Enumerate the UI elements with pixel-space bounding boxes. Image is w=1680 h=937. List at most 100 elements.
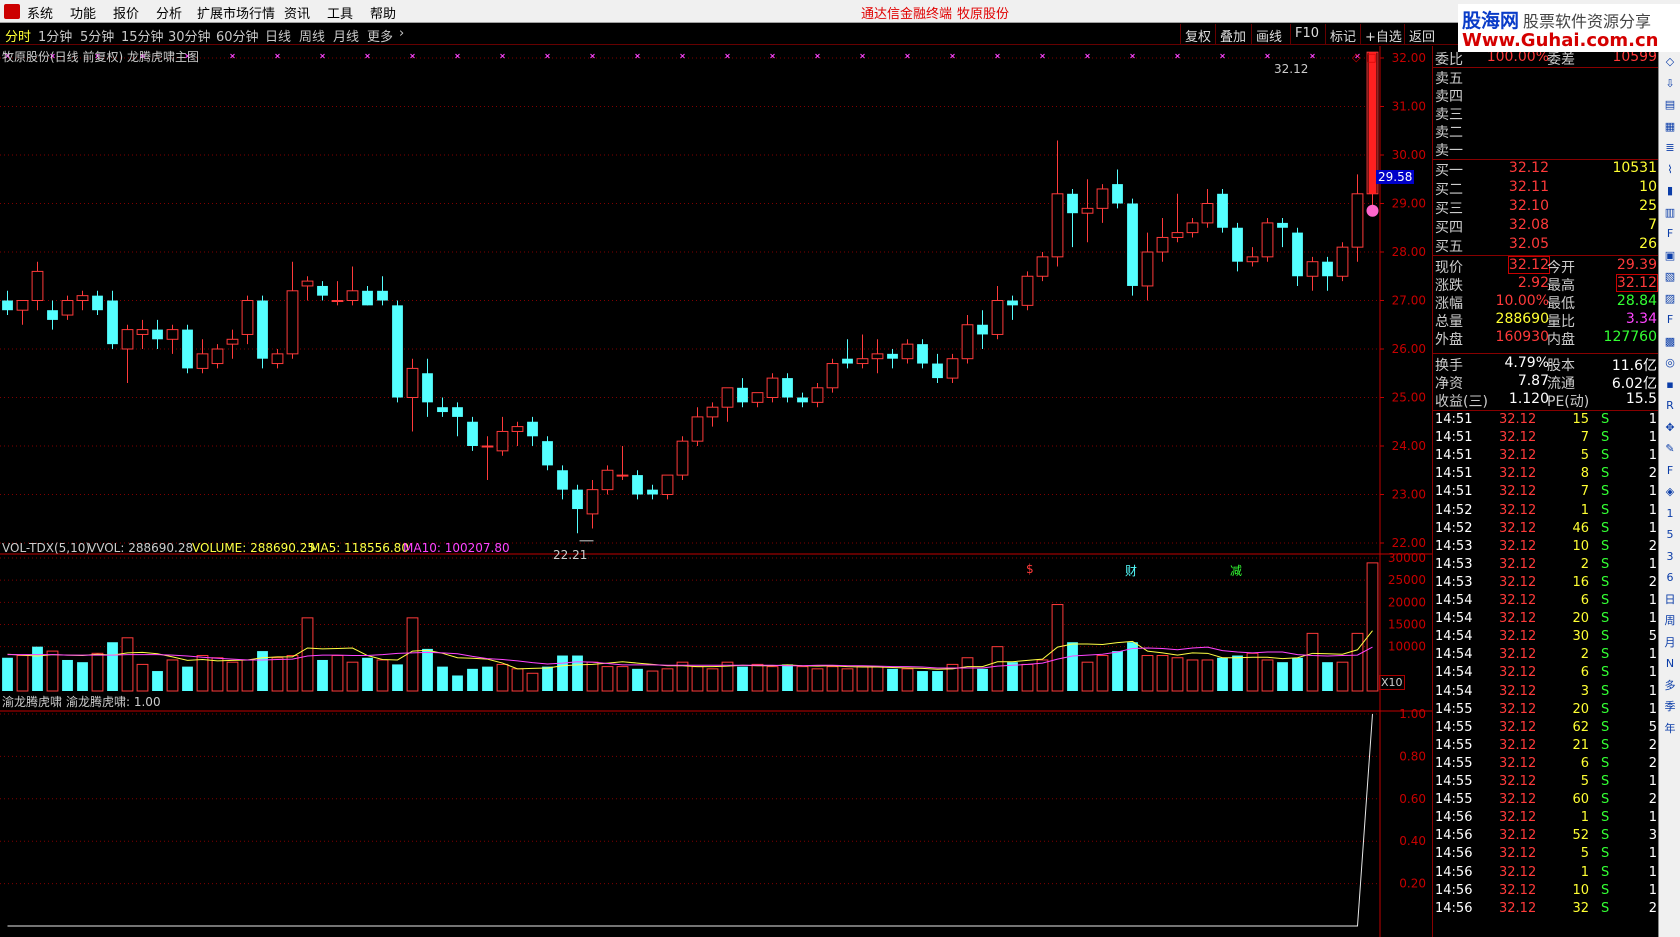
side-tool-icon[interactable]: ⌇ (1662, 162, 1678, 178)
tick-cell: 14:54 (1435, 611, 1473, 627)
side-tool-icon[interactable]: 6 (1662, 570, 1678, 586)
side-tool-icon[interactable]: ◇ (1662, 54, 1678, 70)
chart-area[interactable]: 32.00 31.00 30.00 29.00 28.00 27.00 26.00 25.00… (0, 46, 1432, 937)
tick-cell: 2 (1648, 466, 1657, 482)
signal-marker (1310, 53, 1315, 59)
side-tool-icon[interactable]: 多 (1662, 678, 1678, 694)
event-mark-finance[interactable]: 财 (1125, 562, 1137, 579)
candle-body (751, 392, 764, 403)
sell-label: 卖二 (1435, 125, 1463, 141)
menu-extended-market[interactable]: 扩展市场行情 (197, 3, 275, 22)
back-button[interactable]: 返回 (1404, 24, 1439, 45)
candle-body (1112, 184, 1123, 204)
period-tab-fenshi[interactable]: 分时 (5, 26, 31, 45)
menu-tools[interactable]: 工具 (327, 3, 353, 22)
draw-line-button[interactable]: 画线 (1251, 24, 1286, 45)
add-favorite-button[interactable]: +自选 (1360, 24, 1406, 45)
side-tool-icon[interactable]: F (1662, 312, 1678, 328)
volume-bar (616, 666, 629, 692)
side-tool-icon[interactable]: F (1662, 226, 1678, 242)
signal-marker (545, 53, 550, 59)
side-tool-icon[interactable]: ✎ (1662, 441, 1678, 457)
signal-marker (365, 53, 370, 59)
period-tab-60min[interactable]: 60分钟 (216, 26, 259, 45)
restore-right-button[interactable]: 复权 (1180, 24, 1215, 45)
period-tab-1min[interactable]: 1分钟 (38, 26, 72, 45)
side-tool-icon[interactable]: ▮ (1662, 183, 1678, 199)
side-tool-icon[interactable]: ▣ (1662, 248, 1678, 264)
side-tool-icon[interactable]: 日 (1662, 592, 1678, 608)
side-tool-icon[interactable]: 年 (1662, 721, 1678, 737)
candle-body (721, 387, 734, 408)
period-tab-week[interactable]: 周线 (299, 26, 325, 45)
candle-body (152, 329, 163, 340)
menu-bar: 系统 功能 报价 分析 扩展市场行情 资讯 工具 帮助 通达信金融终端 牧原股份 (0, 0, 1680, 23)
side-tool-icon[interactable]: ▩ (1662, 334, 1678, 350)
mark-button[interactable]: 标记 (1325, 24, 1360, 45)
tick-cell: 1 (1648, 611, 1657, 627)
tick-cell: 1 (1648, 484, 1657, 500)
sell-label: 卖四 (1435, 89, 1463, 105)
period-tab-month[interactable]: 月线 (333, 26, 359, 45)
menu-news[interactable]: 资讯 (284, 3, 310, 22)
side-tool-icon[interactable]: ▨ (1662, 291, 1678, 307)
side-tool-icon[interactable]: 季 (1662, 699, 1678, 715)
f10-button[interactable]: F10 (1290, 24, 1323, 45)
tick-cell: 2 (1648, 792, 1657, 808)
chart-svg[interactable]: 32.00 31.00 30.00 29.00 28.00 27.00 26.00 25.00… (0, 46, 1432, 937)
menu-analysis[interactable]: 分析 (156, 3, 182, 22)
event-mark-reduce[interactable]: 减 (1230, 562, 1242, 579)
side-tool-icon[interactable]: ▥ (1662, 205, 1678, 221)
side-tool-icon[interactable]: R (1662, 398, 1678, 414)
menu-system[interactable]: 系统 (27, 3, 53, 22)
period-tab-more[interactable]: 更多 (367, 26, 393, 45)
side-tool-icon[interactable]: ◎ (1662, 355, 1678, 371)
tick-cell: 46 (1572, 520, 1589, 536)
price-tick-label: 28.00 (1392, 245, 1426, 259)
candle-body (572, 489, 583, 510)
candle-body (496, 430, 509, 452)
menu-help[interactable]: 帮助 (370, 3, 396, 22)
side-tool-icon[interactable]: F (1662, 463, 1678, 479)
event-mark-dividend[interactable]: $ (1026, 562, 1034, 576)
sell-row: 卖二 (1433, 122, 1659, 141)
tick-cell: S (1601, 846, 1610, 862)
tick-cell: 32.12 (1499, 864, 1537, 880)
tick-cell: 16 (1572, 574, 1589, 590)
side-tool-icon[interactable]: 1 (1662, 506, 1678, 522)
more-chevron-icon[interactable]: › (399, 26, 404, 41)
side-tool-icon[interactable]: ▦ (1662, 119, 1678, 135)
tick-cell: S (1601, 520, 1610, 536)
side-tool-icon[interactable]: ≣ (1662, 140, 1678, 156)
stat-value: 29.39 (1616, 257, 1657, 273)
side-tool-icon[interactable]: ▧ (1662, 269, 1678, 285)
side-tool-icon[interactable]: N (1662, 656, 1678, 672)
indicator-tick-label: 1.00 (1399, 707, 1426, 721)
tick-cell: S (1601, 737, 1610, 753)
menu-function[interactable]: 功能 (70, 3, 96, 22)
side-tool-icon[interactable]: 周 (1662, 613, 1678, 629)
tick-row: 14:53 32.12 10 S 2 (1433, 539, 1659, 557)
tick-cell: S (1601, 412, 1610, 427)
period-tab-5min[interactable]: 5分钟 (80, 26, 114, 45)
side-tool-icon[interactable]: ⇩ (1662, 76, 1678, 92)
period-tab-15min[interactable]: 15分钟 (121, 26, 164, 45)
period-tab-30min[interactable]: 30分钟 (168, 26, 211, 45)
side-tool-icon[interactable]: ✥ (1662, 420, 1678, 436)
side-tool-icon[interactable]: 月 (1662, 635, 1678, 651)
side-tool-icon[interactable]: ◈ (1662, 484, 1678, 500)
side-tool-icon[interactable]: ▤ (1662, 97, 1678, 113)
side-tool-icon[interactable]: 5 (1662, 527, 1678, 543)
period-tab-day[interactable]: 日线 (265, 26, 291, 45)
candle-body (226, 338, 239, 345)
overlay-button[interactable]: 叠加 (1215, 24, 1250, 45)
volume-bar (77, 662, 88, 691)
volume-layer: 30000 25000 20000 15000 10000 (0, 551, 1426, 692)
side-tool-icon[interactable]: 3 (1662, 549, 1678, 565)
maximize-square-icon[interactable]: □ (1366, 51, 1376, 64)
menu-quote[interactable]: 报价 (113, 3, 139, 22)
side-tool-icon[interactable]: ▪ (1662, 377, 1678, 393)
zoom-diamond-icon[interactable]: ◇ (1352, 51, 1360, 64)
candle-body (92, 295, 103, 311)
stat-label: 总量 (1435, 314, 1463, 330)
